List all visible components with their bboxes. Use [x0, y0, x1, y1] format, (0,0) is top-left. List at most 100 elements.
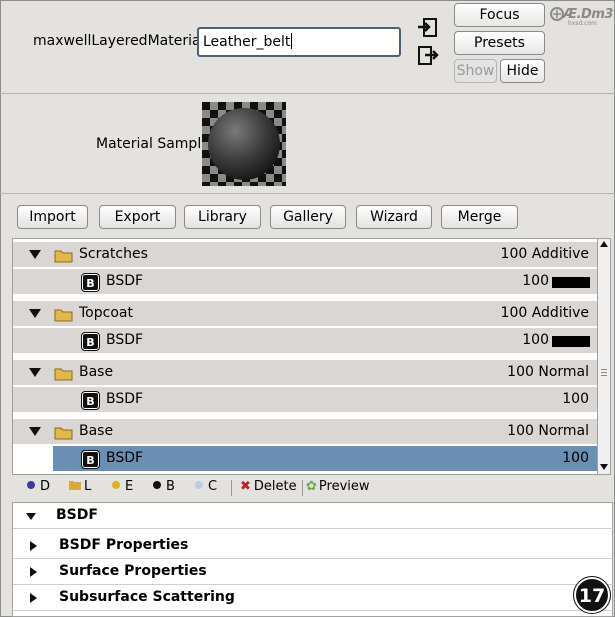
export-arrow-icon[interactable] — [417, 45, 439, 67]
layer-row-topcoat[interactable]: Topcoat 100 Additive — [13, 301, 597, 327]
step-number-badge: 17 — [573, 576, 611, 614]
layer-blend-value: 100 Additive — [500, 246, 589, 262]
bsdf-badge-icon: B — [81, 273, 100, 292]
hide-button[interactable]: Hide — [500, 59, 545, 83]
bsdf-weight: 100 — [562, 450, 589, 466]
presets-button[interactable]: Presets — [454, 31, 545, 55]
folder-icon — [54, 368, 73, 381]
layer-row-scratches[interactable]: Scratches 100 Additive — [13, 242, 597, 268]
layer-name: Base — [79, 364, 114, 380]
layer-row-base[interactable]: Base 100 Normal — [13, 419, 597, 445]
bsdf-color-swatch[interactable] — [552, 336, 590, 347]
collapse-triangle-icon[interactable] — [29, 368, 41, 377]
layer-scrollbar[interactable] — [597, 238, 611, 475]
scroll-up-icon[interactable] — [600, 241, 608, 247]
legend-letter: B — [166, 479, 175, 494]
focus-button[interactable]: Focus — [454, 3, 545, 27]
legend-letter: E — [125, 479, 134, 494]
collapse-triangle-icon[interactable] — [29, 250, 41, 259]
gallery-button[interactable]: Gallery — [270, 205, 346, 229]
add-coating-button[interactable]: C — [195, 479, 217, 494]
collapse-triangle-icon[interactable] — [29, 309, 41, 318]
legend-letter: L — [84, 479, 92, 494]
bsdf-row[interactable]: B BSDF 100 — [13, 328, 597, 354]
legend-letter: D — [40, 479, 51, 494]
section-label: BSDF Properties — [59, 537, 189, 553]
section-title: BSDF — [56, 507, 98, 523]
layer-blend-value: 100 Additive — [500, 305, 589, 321]
subsurface-scattering-row[interactable]: Subsurface Scattering — [13, 585, 614, 611]
material-preview-sphere — [202, 102, 286, 186]
expand-right-icon[interactable] — [30, 541, 37, 551]
layer-tree: Scratches 100 Additive B BSDF 100 Topcoa… — [12, 238, 598, 475]
layer-blend-value: 100 Normal — [507, 364, 589, 380]
legend-divider — [302, 480, 303, 496]
bsdf-badge-icon: B — [81, 450, 100, 469]
material-sample-area: Material Sample — [0, 94, 615, 194]
show-button[interactable]: Show — [454, 59, 497, 83]
bsdf-properties-row[interactable]: BSDF Properties — [13, 533, 614, 559]
library-button[interactable]: Library — [184, 205, 261, 229]
material-name-input[interactable]: Leather_belt — [197, 27, 401, 57]
layer-name: Scratches — [79, 246, 148, 262]
scroll-grip[interactable] — [601, 375, 607, 376]
material-name-value: Leather_belt — [203, 34, 291, 50]
wizard-button[interactable]: Wizard — [356, 205, 432, 229]
bsdf-weight: 100 — [562, 391, 589, 407]
scroll-grip[interactable] — [601, 372, 607, 373]
add-bsdf-button[interactable]: B — [153, 479, 175, 494]
merge-button[interactable]: Merge — [441, 205, 518, 229]
expand-down-icon[interactable] — [26, 513, 36, 520]
delete-x-icon: ✖ — [240, 479, 251, 494]
bsdf-name: BSDF — [106, 332, 144, 348]
bsdf-weight: 100 — [522, 332, 549, 348]
bsdf-name: BSDF — [106, 273, 144, 289]
layer-row-base[interactable]: Base 100 Normal — [13, 360, 597, 386]
add-layer-bar: D L E B C ✖ Delete ✿ Preview — [0, 476, 615, 500]
layer-name: Base — [79, 423, 114, 439]
folder-icon — [54, 427, 73, 440]
material-header: maxwellLayeredMaterial: Leather_belt Foc… — [0, 0, 615, 94]
layer-name: Topcoat — [79, 305, 133, 321]
add-layer-button[interactable]: L — [69, 479, 91, 494]
delete-label: Delete — [253, 479, 297, 494]
import-button[interactable]: Import — [17, 205, 88, 229]
bsdf-badge-icon: B — [81, 391, 100, 410]
layer-blend-value: 100 Normal — [507, 423, 589, 439]
expand-right-icon[interactable] — [30, 567, 37, 577]
bsdf-properties-panel: BSDF BSDF Properties Surface Properties … — [12, 502, 614, 617]
surface-properties-row[interactable]: Surface Properties — [13, 559, 614, 585]
d-dot-icon — [27, 481, 35, 489]
expand-right-icon[interactable] — [30, 593, 37, 603]
folder-icon — [69, 481, 81, 490]
bsdf-section-header[interactable]: BSDF — [13, 503, 614, 529]
folder-icon — [54, 250, 73, 263]
bsdf-row[interactable]: B BSDF 100 — [13, 387, 597, 413]
preview-refresh-icon: ✿ — [306, 479, 317, 494]
watermark-sub: hxsd.com — [568, 20, 598, 27]
bsdf-name: BSDF — [106, 450, 144, 466]
bsdf-row-selected[interactable]: B BSDF 100 — [53, 446, 597, 472]
bsdf-weight: 100 — [522, 273, 549, 289]
folder-icon — [54, 309, 73, 322]
bsdf-name: BSDF — [106, 391, 144, 407]
scroll-down-icon[interactable] — [600, 464, 608, 470]
b-dot-icon — [153, 481, 161, 489]
preview-button[interactable]: ✿ Preview — [306, 479, 370, 494]
bsdf-row[interactable]: B BSDF 100 — [13, 269, 597, 295]
delete-button[interactable]: ✖ Delete — [240, 479, 297, 494]
import-arrow-icon[interactable] — [417, 17, 439, 39]
export-button[interactable]: Export — [99, 205, 176, 229]
collapse-triangle-icon[interactable] — [29, 427, 41, 436]
add-emitter-button[interactable]: E — [112, 479, 133, 494]
e-dot-icon — [112, 481, 120, 489]
add-d-button[interactable]: D — [27, 479, 50, 494]
bsdf-badge-icon: B — [81, 332, 100, 351]
c-dot-icon — [195, 481, 203, 489]
preview-label: Preview — [318, 479, 370, 494]
legend-letter: C — [208, 479, 218, 494]
scroll-grip[interactable] — [601, 369, 607, 370]
bsdf-color-swatch[interactable] — [552, 277, 590, 288]
material-sample-label: Material Sample — [96, 136, 210, 152]
material-type-label: maxwellLayeredMaterial: — [33, 33, 210, 49]
